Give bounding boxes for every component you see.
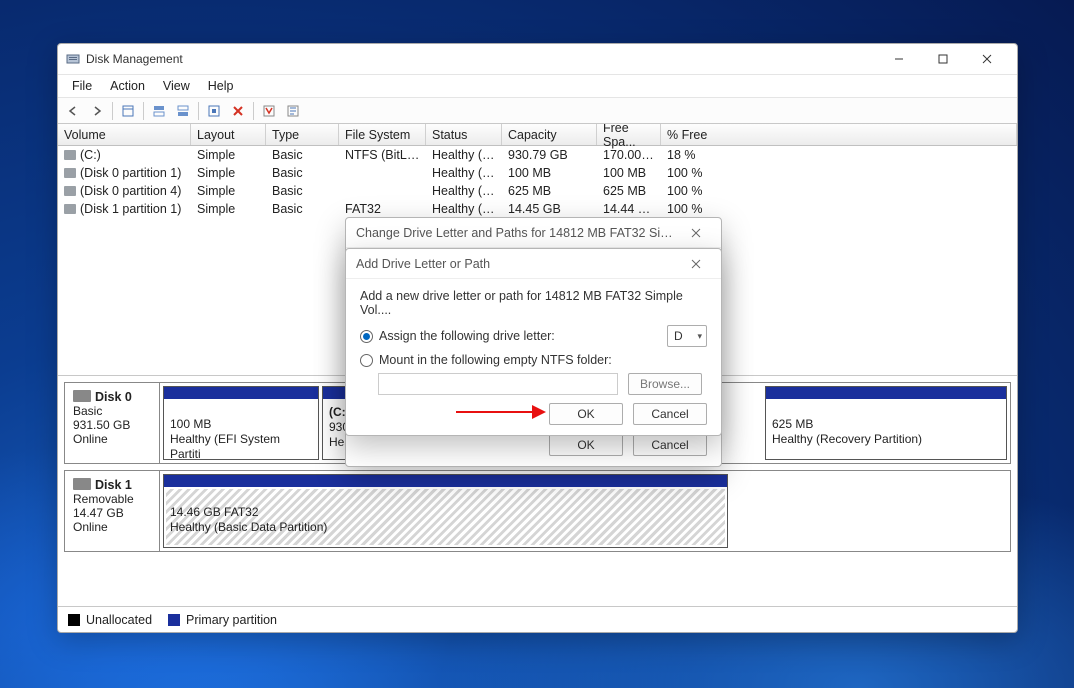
menu-view[interactable]: View — [155, 76, 198, 96]
menubar: File Action View Help — [58, 74, 1017, 98]
disk-0-label: Disk 0 Basic 931.50 GB Online — [65, 383, 160, 463]
back-button[interactable] — [62, 100, 84, 122]
col-layout[interactable]: Layout — [191, 124, 266, 145]
volume-row[interactable]: (C:)SimpleBasicNTFS (BitLo...Healthy (B.… — [58, 146, 1017, 164]
app-icon — [66, 52, 80, 66]
col-pctfree[interactable]: % Free — [661, 124, 1017, 145]
disk0-partition-3[interactable]: 625 MBHealthy (Recovery Partition) — [765, 386, 1007, 460]
volume-icon — [64, 168, 76, 178]
legend-primary: Primary partition — [168, 613, 277, 627]
disk-type: Basic — [73, 404, 102, 418]
col-capacity[interactable]: Capacity — [502, 124, 597, 145]
menu-file[interactable]: File — [64, 76, 100, 96]
col-status[interactable]: Status — [426, 124, 502, 145]
assign-letter-option[interactable]: Assign the following drive letter: — [360, 329, 555, 343]
help-button[interactable] — [282, 100, 304, 122]
disk-1-label: Disk 1 Removable 14.47 GB Online — [65, 471, 160, 551]
radio-assign-letter[interactable] — [360, 330, 373, 343]
bottom-view-button[interactable] — [172, 100, 194, 122]
disk-icon — [73, 478, 91, 490]
toolbar-divider — [112, 102, 113, 120]
titlebar[interactable]: Disk Management — [58, 44, 1017, 74]
disk-size: 14.47 GB — [73, 506, 124, 520]
partition-color-bar — [164, 475, 727, 487]
legend-unallocated: Unallocated — [68, 613, 152, 627]
disk1-partition-1[interactable]: 14.46 GB FAT32Healthy (Basic Data Partit… — [163, 474, 728, 548]
mount-folder-label: Mount in the following empty NTFS folder… — [379, 353, 612, 367]
mount-path-input[interactable] — [378, 373, 618, 395]
partition-status: Healthy (Recovery Partition) — [772, 432, 922, 446]
chevron-down-icon: ▾ — [697, 331, 702, 342]
partition-status: Healthy (Basic Data Partition) — [170, 520, 327, 534]
partition-name: (C: — [329, 405, 346, 419]
browse-button[interactable]: Browse... — [628, 373, 702, 395]
mount-folder-option[interactable]: Mount in the following empty NTFS folder… — [360, 353, 707, 367]
partition-status: Healthy (EFI System Partiti — [170, 432, 280, 461]
dialog-instruction: Add a new drive letter or path for 14812… — [360, 289, 707, 317]
column-headers: Volume Layout Type File System Status Ca… — [58, 124, 1017, 146]
top-view-button[interactable] — [148, 100, 170, 122]
close-button[interactable] — [965, 44, 1009, 74]
show-hide-tree-button[interactable] — [117, 100, 139, 122]
toolbar-divider — [198, 102, 199, 120]
assign-letter-label: Assign the following drive letter: — [379, 329, 555, 343]
properties-button[interactable] — [258, 100, 280, 122]
forward-button[interactable] — [86, 100, 108, 122]
maximize-button[interactable] — [921, 44, 965, 74]
disk-name: Disk 0 — [95, 390, 132, 404]
drive-letter-value: D — [674, 329, 683, 343]
col-freespace[interactable]: Free Spa... — [597, 124, 661, 145]
toolbar-divider — [143, 102, 144, 120]
dialog-titlebar[interactable]: Add Drive Letter or Path — [346, 249, 721, 279]
dialog1-cancel-button[interactable]: Cancel — [633, 434, 707, 456]
dialog-title: Add Drive Letter or Path — [356, 257, 681, 271]
disk-1-row[interactable]: Disk 1 Removable 14.47 GB Online 14.46 G… — [64, 470, 1011, 552]
radio-mount-folder[interactable] — [360, 354, 373, 367]
dialog-close-button[interactable] — [681, 218, 711, 248]
volume-icon — [64, 150, 76, 160]
dialog-close-button[interactable] — [681, 249, 711, 279]
dialog-titlebar[interactable]: Change Drive Letter and Paths for 14812 … — [346, 218, 721, 248]
col-filesystem[interactable]: File System — [339, 124, 426, 145]
menu-help[interactable]: Help — [200, 76, 242, 96]
disk-status: Online — [73, 520, 108, 534]
partition-size: 14.46 GB FAT32 — [170, 505, 259, 519]
minimize-button[interactable] — [877, 44, 921, 74]
disk-name: Disk 1 — [95, 478, 132, 492]
disk0-partition-1[interactable]: 100 MBHealthy (EFI System Partiti — [163, 386, 319, 460]
partition-color-bar — [164, 387, 318, 399]
drive-letter-select[interactable]: D ▾ — [667, 325, 707, 347]
toolbar — [58, 98, 1017, 124]
settings-button[interactable] — [203, 100, 225, 122]
dialog2-ok-button[interactable]: OK — [549, 403, 623, 425]
volume-row[interactable]: (Disk 1 partition 1)SimpleBasicFAT32Heal… — [58, 200, 1017, 218]
partition-color-bar — [766, 387, 1006, 399]
window-title: Disk Management — [86, 52, 877, 66]
disk-status: Online — [73, 432, 108, 446]
toolbar-divider — [253, 102, 254, 120]
col-volume[interactable]: Volume — [58, 124, 191, 145]
menu-action[interactable]: Action — [102, 76, 153, 96]
delete-button[interactable] — [227, 100, 249, 122]
partition-size: 100 MB — [170, 417, 211, 431]
legend: Unallocated Primary partition — [58, 606, 1017, 632]
disk-icon — [73, 390, 91, 402]
dialog-title: Change Drive Letter and Paths for 14812 … — [356, 226, 681, 240]
dialog1-ok-button[interactable]: OK — [549, 434, 623, 456]
volume-row[interactable]: (Disk 0 partition 4)SimpleBasicHealthy (… — [58, 182, 1017, 200]
disk-size: 931.50 GB — [73, 418, 130, 432]
dialog2-cancel-button[interactable]: Cancel — [633, 403, 707, 425]
col-type[interactable]: Type — [266, 124, 339, 145]
disk-type: Removable — [73, 492, 134, 506]
partition-size: 625 MB — [772, 417, 813, 431]
volume-icon — [64, 186, 76, 196]
volume-icon — [64, 204, 76, 214]
volume-row[interactable]: (Disk 0 partition 1)SimpleBasicHealthy (… — [58, 164, 1017, 182]
